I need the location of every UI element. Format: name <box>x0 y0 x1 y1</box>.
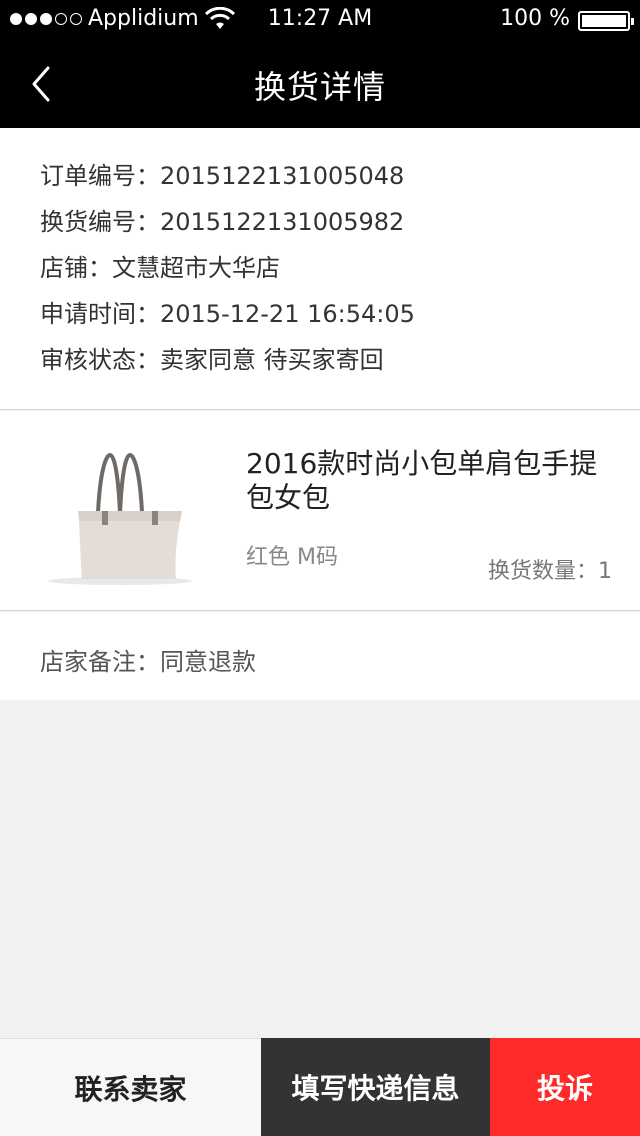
complain-button[interactable]: 投诉 <box>490 1038 640 1136</box>
apply-time: 申请时间：2015-12-21 16:54:05 <box>40 300 415 328</box>
review-status: 审核状态：卖家同意 待买家寄回 <box>40 346 384 374</box>
fill-shipping-button[interactable]: 填写快递信息 <box>261 1038 490 1136</box>
order-info-section: 订单编号：2015122131005048 换货编号：2015122131005… <box>0 128 640 410</box>
product-card[interactable]: 2016款时尚小包单肩包手提包女包 红色 M码 换货数量：1 <box>0 411 640 611</box>
bottom-action-bar: 联系卖家 填写快递信息 投诉 <box>0 1038 640 1136</box>
product-name: 2016款时尚小包单肩包手提包女包 <box>246 447 598 514</box>
status-bar: Applidium 11:27 AM 100 % <box>0 0 640 40</box>
battery-label: 100 % <box>500 6 570 31</box>
seller-note-section: 店家备注：同意退款 <box>0 612 640 700</box>
exchange-number: 换货编号：2015122131005982 <box>40 208 405 236</box>
top-bar: Applidium 11:27 AM 100 % 换货详情 <box>0 0 640 128</box>
store-name: 店铺：文慧超市大华店 <box>40 254 280 282</box>
battery-icon <box>578 11 634 31</box>
product-image <box>48 452 192 585</box>
page-title: 换货详情 <box>253 68 386 106</box>
exchange-quantity: 换货数量：1 <box>488 559 612 584</box>
seller-note: 店家备注：同意退款 <box>40 648 256 676</box>
order-number: 订单编号：2015122131005048 <box>40 162 405 190</box>
contact-seller-button[interactable]: 联系卖家 <box>0 1038 261 1136</box>
product-variant: 红色 M码 <box>246 545 338 570</box>
